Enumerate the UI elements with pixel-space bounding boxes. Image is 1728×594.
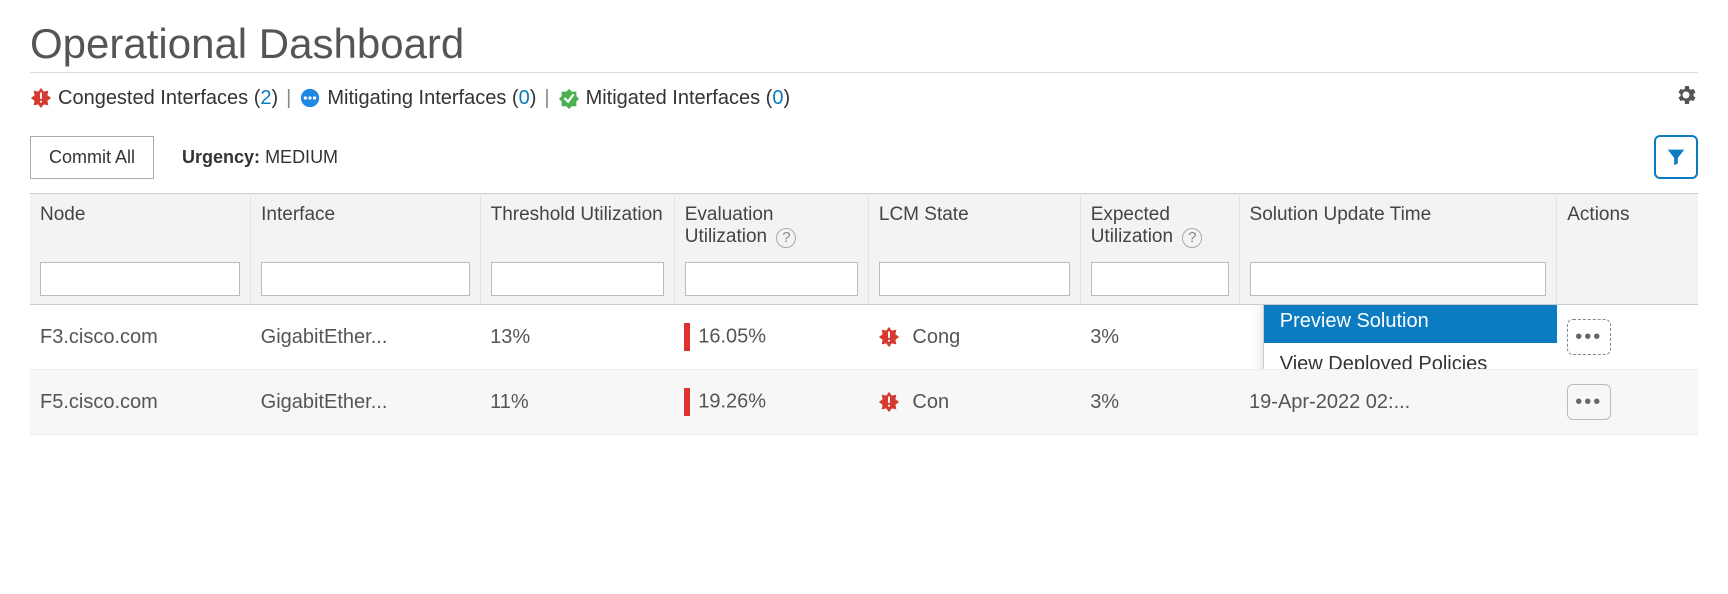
col-interface: Interface	[261, 204, 469, 258]
cell-node: F3.cisco.com	[30, 305, 251, 370]
congested-icon	[878, 391, 900, 413]
cell-lcm-state: Cong	[878, 326, 1070, 349]
menu-preview-solution[interactable]: Preview Solution	[1264, 305, 1557, 344]
col-actions: Actions	[1567, 204, 1688, 258]
page-title: Operational Dashboard	[30, 20, 1698, 73]
help-icon[interactable]: ?	[776, 228, 796, 248]
status-summary: Congested Interfaces (2) | Mitigating In…	[30, 83, 1698, 113]
congested-icon	[30, 87, 52, 109]
help-icon[interactable]: ?	[1182, 228, 1202, 248]
row-actions-button[interactable]: •••	[1567, 319, 1611, 355]
cell-solution-time: 19-Apr-2022 02:...	[1239, 370, 1557, 435]
col-threshold: Threshold Utilization	[491, 204, 664, 258]
filter-interface[interactable]	[261, 262, 469, 296]
filter-expected[interactable]	[1091, 262, 1229, 296]
interfaces-table: Node Interface Threshold Utilization Eva…	[30, 193, 1698, 435]
mitigating-icon	[299, 87, 321, 109]
col-node: Node	[40, 204, 240, 258]
congested-icon	[878, 326, 900, 348]
cell-threshold: 11%	[480, 370, 674, 435]
cell-node: F5.cisco.com	[30, 370, 251, 435]
settings-button[interactable]	[1674, 83, 1698, 113]
filter-lcm-state[interactable]	[879, 262, 1070, 296]
col-evaluation: Evaluation Utilization	[685, 204, 774, 247]
urgency: Urgency: MEDIUM	[182, 147, 338, 168]
mitigated-count: 0	[772, 87, 783, 109]
severity-bar-icon	[684, 323, 690, 351]
col-solution-time: Solution Update Time	[1250, 204, 1547, 258]
cell-expected: 3%	[1080, 370, 1239, 435]
urgency-label: Urgency:	[182, 147, 260, 167]
cell-interface: GigabitEther...	[251, 370, 480, 435]
urgency-value: MEDIUM	[265, 147, 338, 167]
cell-evaluation: 19.26%	[674, 370, 868, 435]
mitigating-label: Mitigating Interfaces	[327, 87, 506, 110]
commit-all-button[interactable]: Commit All	[30, 136, 154, 179]
actions-menu: Preview Solution View Deployed Policies	[1263, 305, 1557, 370]
cell-actions: •••	[1557, 370, 1698, 435]
row-actions-button[interactable]: •••	[1567, 384, 1611, 420]
filter-solution-time[interactable]	[1250, 262, 1547, 296]
col-lcm-state: LCM State	[879, 204, 1070, 258]
severity-bar-icon	[684, 388, 690, 416]
col-expected: Expected Utilization	[1091, 204, 1173, 247]
cell-expected: 3%	[1080, 305, 1239, 370]
mitigating-count: 0	[519, 87, 530, 109]
filter-node[interactable]	[40, 262, 240, 296]
cell-threshold: 13%	[480, 305, 674, 370]
filter-button[interactable]	[1654, 135, 1698, 179]
table-header-row: Node Interface Threshold Utilization Eva…	[30, 194, 1698, 305]
cell-actions: •••	[1557, 305, 1698, 370]
filter-evaluation[interactable]	[685, 262, 858, 296]
controls-row: Commit All Urgency: MEDIUM	[30, 135, 1698, 179]
cell-solution-time: Preview Solution View Deployed Policies	[1239, 305, 1557, 370]
congested-count: 2	[260, 87, 271, 109]
cell-interface: GigabitEther...	[251, 305, 480, 370]
mitigated-icon	[558, 87, 580, 109]
table-row: F5.cisco.com GigabitEther... 11% 19.26% …	[30, 370, 1698, 435]
congested-label: Congested Interfaces	[58, 87, 248, 110]
table-row: F3.cisco.com GigabitEther... 13% 16.05% …	[30, 305, 1698, 370]
menu-view-deployed-policies[interactable]: View Deployed Policies	[1264, 343, 1557, 370]
filter-threshold[interactable]	[491, 262, 664, 296]
cell-evaluation: 16.05%	[674, 305, 868, 370]
mitigated-label: Mitigated Interfaces	[586, 87, 761, 110]
cell-lcm-state: Con	[878, 391, 1070, 414]
